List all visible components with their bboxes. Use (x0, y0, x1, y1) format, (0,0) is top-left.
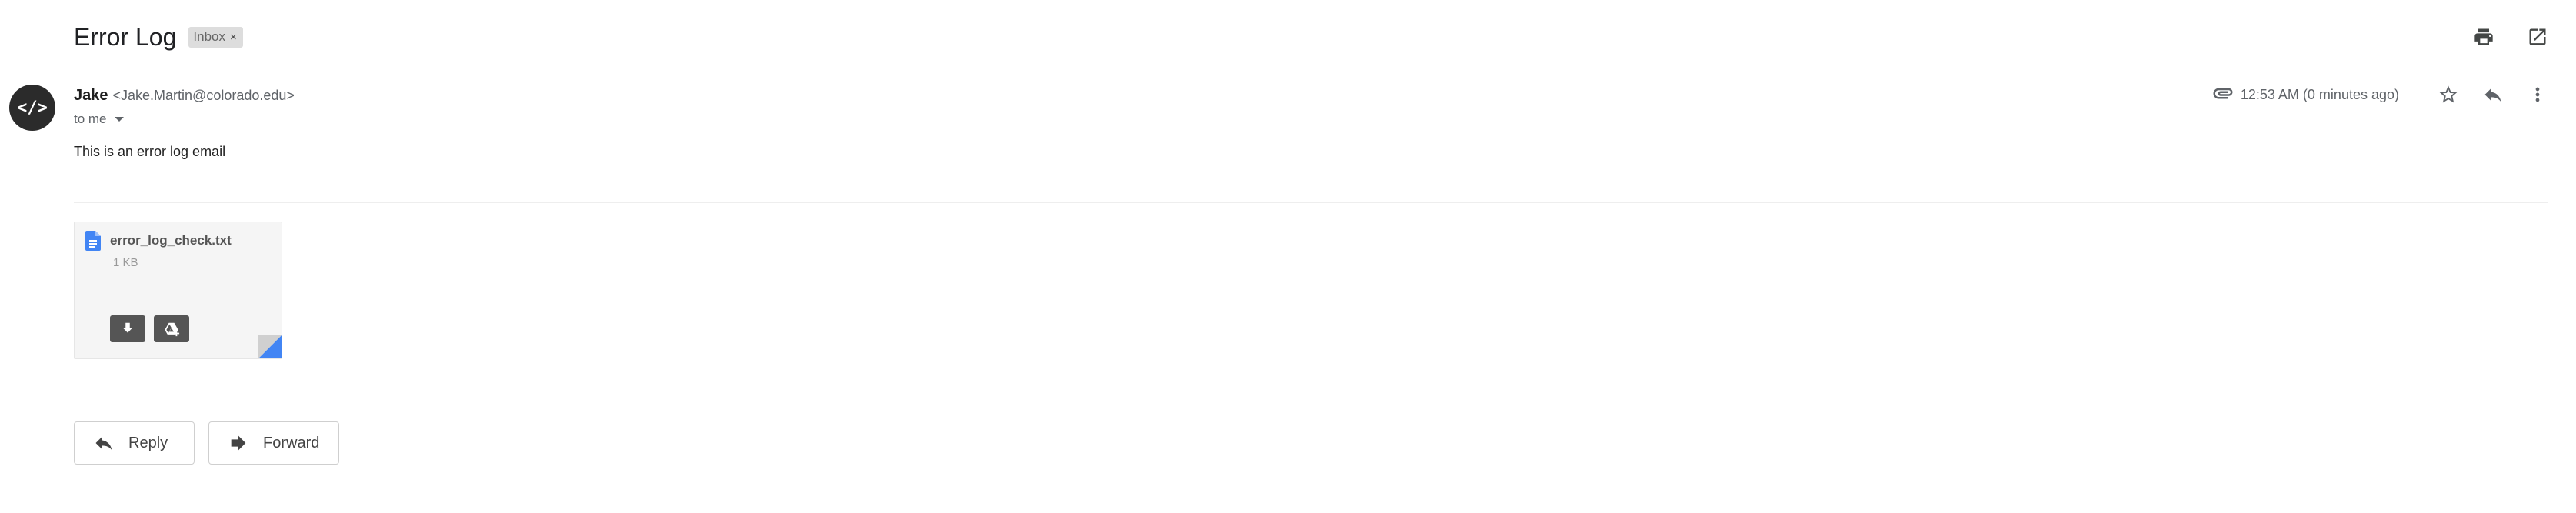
attachments-divider (74, 202, 2548, 203)
sender-name[interactable]: Jake (74, 87, 108, 105)
page-fold-corner (235, 335, 282, 358)
sender-avatar[interactable]: </> (9, 85, 55, 131)
more-vert-icon[interactable] (2522, 79, 2553, 110)
attachment-size: 1 KB (113, 256, 138, 269)
forward-label: Forward (263, 434, 320, 451)
reply-icon[interactable] (2478, 79, 2508, 110)
message-timestamp: 12:53 AM (0 minutes ago) (2240, 86, 2399, 102)
attachment-header: error_log_check.txt (85, 231, 232, 251)
label-name: Inbox (193, 29, 225, 44)
email-body: This is an error log email (74, 144, 226, 159)
reply-arrow-icon (95, 436, 112, 451)
recipient-line: to me (74, 112, 107, 126)
attachment-card[interactable]: error_log_check.txt 1 KB (74, 222, 282, 359)
email-view: Error Log Inbox × </> Jake <Jake.Martin@… (0, 0, 2576, 513)
email-subject: Error Log (74, 22, 177, 51)
print-icon[interactable] (2468, 22, 2499, 52)
inbox-label-chip[interactable]: Inbox × (188, 26, 243, 48)
attachment-filename: error_log_check.txt (110, 233, 232, 248)
forward-button[interactable]: Forward (208, 421, 339, 465)
download-icon[interactable] (110, 315, 145, 342)
open-in-new-window-icon[interactable] (2522, 22, 2553, 52)
attachment-actions (110, 315, 189, 342)
chevron-down-icon (114, 117, 124, 122)
message-meta: 12:53 AM (0 minutes ago) (2211, 79, 2553, 110)
sender-line: Jake <Jake.Martin@colorado.edu> (74, 87, 295, 105)
reply-label: Reply (128, 434, 168, 451)
remove-label-icon[interactable]: × (230, 31, 237, 44)
attachment-clip-icon (2211, 82, 2234, 108)
sender-email: <Jake.Martin@colorado.edu> (112, 88, 295, 103)
forward-arrow-icon (231, 435, 246, 451)
star-icon[interactable] (2433, 79, 2464, 110)
top-actions (2468, 22, 2553, 52)
reply-forward-row: Reply Forward (74, 421, 339, 465)
recipient-details-toggle[interactable]: to me (74, 112, 124, 127)
google-docs-icon (85, 231, 101, 251)
subject-row: Error Log Inbox × (74, 20, 243, 54)
reply-button[interactable]: Reply (74, 421, 195, 465)
add-to-drive-icon[interactable] (154, 315, 189, 342)
